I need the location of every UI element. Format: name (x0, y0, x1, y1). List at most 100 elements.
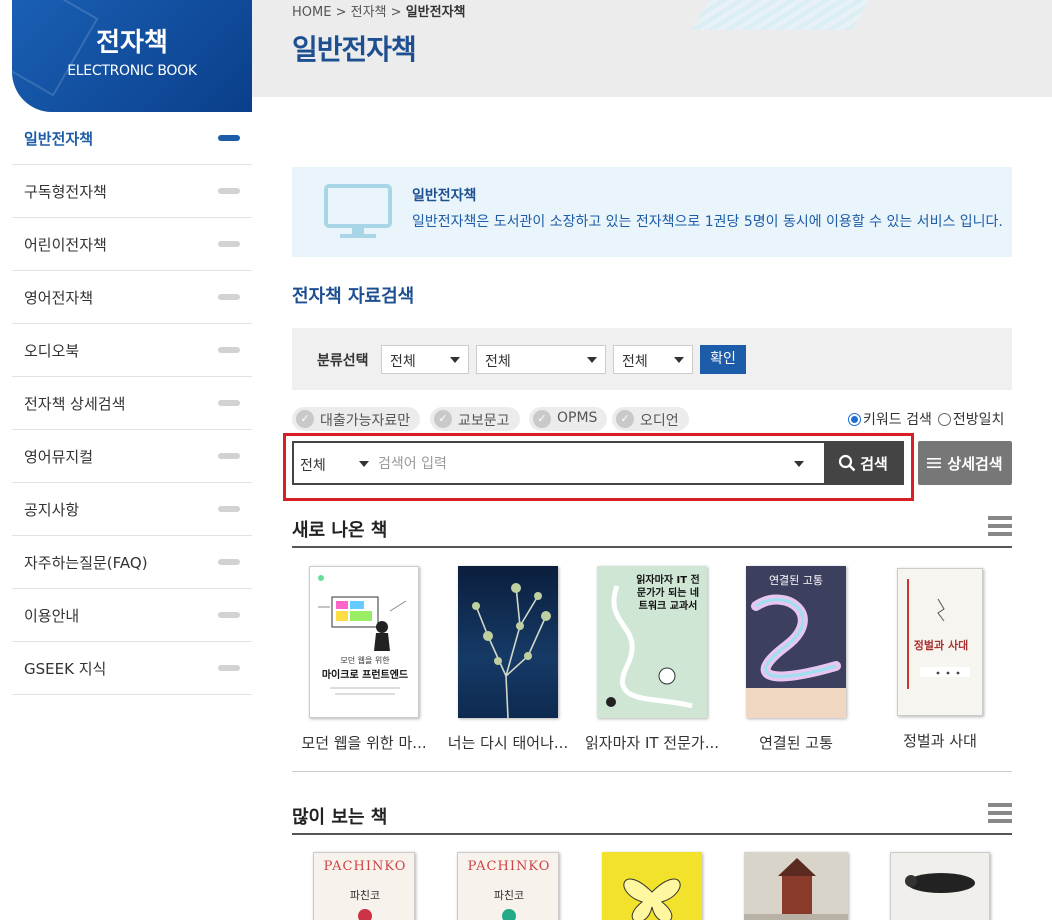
search-scope-select[interactable]: 전체 (300, 455, 326, 475)
info-box: 일반전자책 일반전자책은 도서관이 소장하고 있는 전자책으로 1권당 5명이 … (292, 167, 1012, 257)
cover-illustration (606, 585, 693, 709)
advanced-search-button[interactable]: 상세검색 (918, 441, 1012, 485)
breadcrumb-current: 일반전자책 (405, 5, 466, 20)
sidebar-item-general-ebook[interactable]: 일반전자책 (12, 112, 252, 165)
search-icon (839, 454, 856, 472)
radio-keyword[interactable]: 키워드 검색 (848, 409, 932, 429)
active-indicator-icon (218, 135, 240, 141)
book-item[interactable]: 너는 다시 태어나... (436, 566, 580, 753)
book-item[interactable]: PACHINKO 파친코 (436, 852, 580, 920)
book-item[interactable] (724, 852, 868, 920)
book-cover[interactable] (458, 566, 558, 718)
filter-opms[interactable]: ✓ OPMS (529, 407, 608, 431)
book-title[interactable]: 연결된 고통 (724, 732, 868, 753)
sidebar-item-faq[interactable]: 자주하는질문(FAQ) (12, 536, 252, 589)
sidebar-item-gseek[interactable]: GSEEK 지식 (12, 642, 252, 695)
book-cover[interactable]: 정벌과 사대 (897, 568, 983, 716)
sidebar-item-advanced-search[interactable]: 전자책 상세검색 (12, 377, 252, 430)
search-input[interactable] (378, 451, 778, 477)
cover-illustration (905, 873, 975, 893)
cover-illustration (744, 858, 848, 920)
bar-icon (218, 453, 240, 459)
book-title[interactable]: 너는 다시 태어나... (436, 732, 580, 753)
chevron-down-icon[interactable] (359, 461, 369, 467)
new-books-title: 새로 나온 책 (292, 520, 388, 541)
book-item[interactable]: 연결된 고통 연결된 고통 (724, 566, 868, 753)
book-cover[interactable] (890, 852, 990, 920)
check-icon: ✓ (296, 410, 314, 428)
bar-icon (218, 612, 240, 618)
popular-books-header: 많이 보는 책 (292, 799, 1012, 835)
bar-icon (218, 241, 240, 247)
bar-icon (218, 294, 240, 300)
check-icon: ✓ (434, 410, 452, 428)
bar-icon (218, 400, 240, 406)
category-label: 분류선택 (317, 353, 369, 369)
filter-kyobo[interactable]: ✓ 교보문고 (430, 407, 520, 431)
sidebar-header: 전자책 ELECTRONIC BOOK (12, 0, 252, 112)
sidebar-item-english-musical[interactable]: 영어뮤지컬 (12, 430, 252, 483)
more-menu-icon[interactable] (988, 516, 1012, 536)
cover-illustration (623, 878, 681, 920)
chevron-down-icon (450, 357, 460, 363)
category-select-1[interactable]: 전체 (381, 345, 469, 374)
breadcrumb: HOME > 전자책 > 일반전자책 (292, 5, 466, 20)
sidebar-subtitle: ELECTRONIC BOOK (67, 63, 197, 79)
sidebar-item-english-ebook[interactable]: 영어전자책 (12, 271, 252, 324)
sidebar-nav: 일반전자책 구독형전자책 어린이전자책 영어전자책 오디오북 전자책 상세검색 … (12, 112, 252, 695)
book-cover[interactable]: 읽자마자 IT 전문가가 되는 네트워크 교과서 (597, 566, 707, 718)
filter-available-only[interactable]: ✓ 대출가능자료만 (292, 407, 421, 431)
page-title: 일반전자책 (292, 33, 417, 66)
chevron-down-icon (674, 357, 684, 363)
search-button[interactable]: 검색 (824, 443, 902, 483)
sidebar-item-audiobook[interactable]: 오디오북 (12, 324, 252, 377)
cover-illustration (472, 583, 551, 718)
header-decoration (691, 0, 893, 30)
book-item[interactable]: 모던 웹을 위한 마이크로 프런트엔드 모던 웹을 위한 마... (292, 566, 436, 753)
sidebar-item-notice[interactable]: 공지사항 (12, 483, 252, 536)
book-title[interactable]: 읽자마자 IT 전문가... (580, 732, 724, 753)
book-cover[interactable]: 연결된 고통 (746, 566, 846, 718)
breadcrumb-ebook[interactable]: 전자책 (351, 5, 387, 20)
search-mode-radios: 키워드 검색 전방일치 (848, 409, 1004, 429)
category-select-3[interactable]: 전체 (613, 345, 693, 374)
search-section-title: 전자책 자료검색 (292, 286, 415, 307)
confirm-button[interactable]: 확인 (700, 345, 746, 374)
bar-icon (218, 347, 240, 353)
radio-prefix[interactable]: 전방일치 (937, 409, 1004, 429)
info-description: 일반전자책은 도서관이 소장하고 있는 전자책으로 1권당 5명이 동시에 이용… (412, 214, 1003, 230)
search-bar: 전체 검색 (292, 441, 904, 485)
book-item[interactable] (868, 852, 1012, 920)
book-cover[interactable]: PACHINKO 파친코 (457, 852, 559, 920)
autocomplete-dropdown-icon[interactable] (794, 461, 804, 467)
book-title[interactable]: 모던 웹을 위한 마... (292, 732, 436, 753)
book-cover[interactable] (602, 852, 702, 920)
book-item[interactable] (580, 852, 724, 920)
book-item[interactable]: PACHINKO 파친코 (292, 852, 436, 920)
list-icon (927, 458, 942, 468)
book-item[interactable]: 정벌과 사대 정벌과 사대 (868, 566, 1012, 753)
book-item[interactable]: 읽자마자 IT 전문가가 되는 네트워크 교과서 읽자마자 IT 전문가... (580, 566, 724, 753)
new-books-header: 새로 나온 책 (292, 512, 1012, 548)
chevron-down-icon (587, 357, 597, 363)
check-icon: ✓ (533, 410, 551, 428)
sidebar-item-guide[interactable]: 이용안내 (12, 589, 252, 642)
more-menu-icon[interactable] (988, 803, 1012, 823)
sidebar-item-subscription-ebook[interactable]: 구독형전자책 (12, 165, 252, 218)
filter-audien[interactable]: ✓ 오디언 (612, 407, 689, 431)
category-select-2[interactable]: 전체 (476, 345, 606, 374)
breadcrumb-home[interactable]: HOME (292, 5, 331, 20)
bar-icon (218, 665, 240, 671)
bar-icon (218, 506, 240, 512)
section-divider (292, 771, 1012, 772)
book-cover[interactable] (744, 852, 848, 920)
sidebar-item-kids-ebook[interactable]: 어린이전자책 (12, 218, 252, 271)
book-title[interactable]: 정벌과 사대 (868, 730, 1012, 751)
bar-icon (218, 559, 240, 565)
monitor-icon (324, 184, 392, 238)
info-title: 일반전자책 (412, 188, 477, 204)
popular-books-title: 많이 보는 책 (292, 807, 388, 828)
popular-books-list: PACHINKO 파친코 PACHINKO 파친코 (292, 852, 1012, 920)
book-cover[interactable]: 모던 웹을 위한 마이크로 프런트엔드 (309, 566, 419, 718)
book-cover[interactable]: PACHINKO 파친코 (313, 852, 415, 920)
